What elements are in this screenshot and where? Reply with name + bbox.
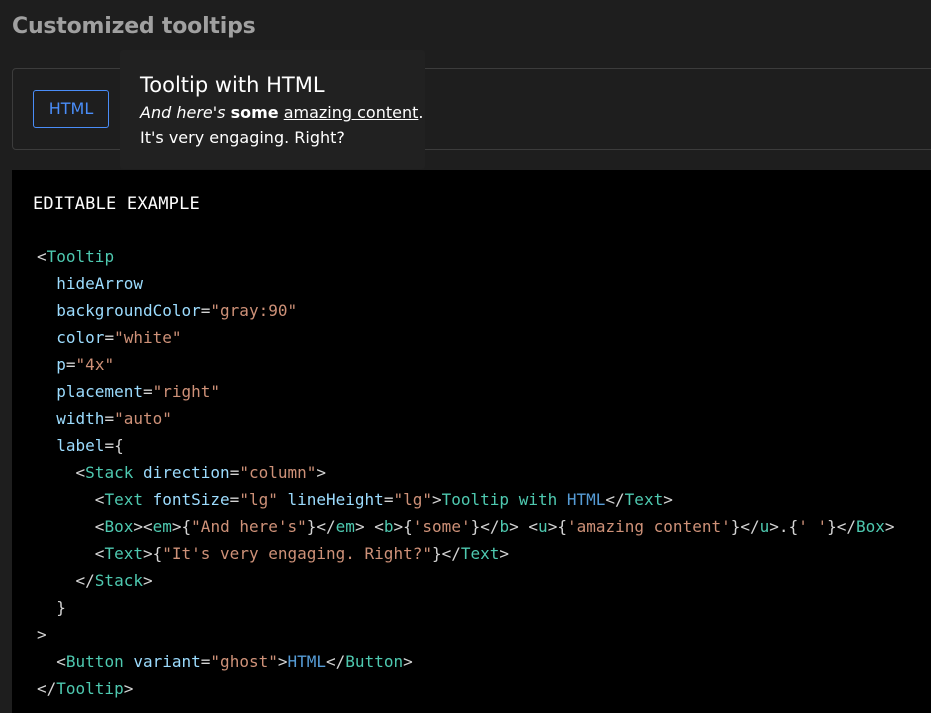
tooltip-bold-text: some <box>230 103 279 122</box>
code-line-9: <Stack direction="column"> <box>75 463 327 482</box>
html-ghost-button[interactable]: HTML <box>33 90 109 128</box>
tooltip-underlined-text: amazing content <box>283 103 419 122</box>
code-line-14: } <box>56 598 66 617</box>
code-line-12: <Text>{"It's very engaging. Right?"}</Te… <box>94 544 510 563</box>
code-line-17: </Tooltip> <box>37 679 134 698</box>
code-line-6: placement="right" <box>56 382 221 401</box>
code-line-10: <Text fontSize="lg" lineHeight="lg">Tool… <box>94 490 673 509</box>
code-line-8: label={ <box>56 436 124 455</box>
code-line-7: width="auto" <box>56 409 172 428</box>
code-line-16: <Button variant="ghost">HTML</Button> <box>56 652 413 671</box>
code-line-4: color="white" <box>56 328 182 347</box>
code-line-1: <Tooltip <box>37 247 115 266</box>
code-line-3: backgroundColor="gray:90" <box>56 301 298 320</box>
editable-example-label: EDITABLE EXAMPLE <box>33 194 200 214</box>
code-content[interactable]: <Tooltip hideArrow backgroundColor="gray… <box>37 243 895 702</box>
code-line-15: > <box>37 625 47 644</box>
tooltip-popover: Tooltip with HTML And here's some amazin… <box>120 50 425 169</box>
code-line-2: hideArrow <box>56 274 143 293</box>
tooltip-line-1: And here's some amazing content. <box>140 100 423 125</box>
section-title: Customized tooltips <box>12 14 256 39</box>
tooltip-italic-text: And here's <box>140 103 226 122</box>
tooltip-period: . <box>418 103 424 122</box>
page: Customized tooltips HTML Tooltip with HT… <box>0 0 931 713</box>
code-line-11: <Box><em>{"And here's"}</em> <b>{'some'}… <box>94 517 895 536</box>
code-line-5: p="4x" <box>56 355 115 374</box>
code-line-13: </Stack> <box>75 571 153 590</box>
tooltip-title: Tooltip with HTML <box>140 73 325 97</box>
tooltip-line-2: It's very engaging. Right? <box>140 128 345 147</box>
